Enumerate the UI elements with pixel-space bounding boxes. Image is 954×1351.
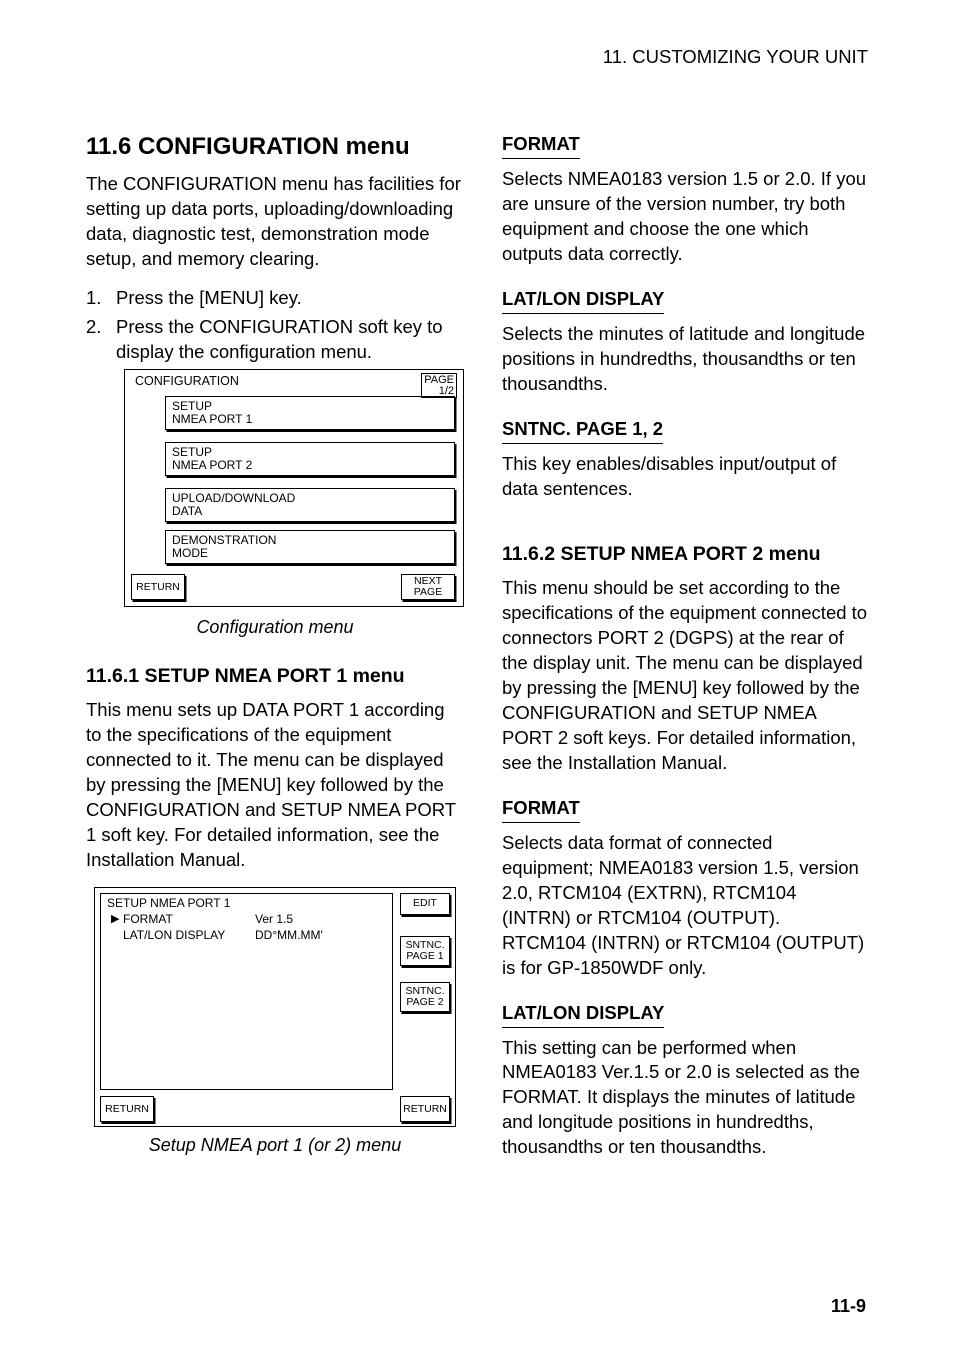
fig1-page-indicator: PAGE 1/2 [421, 373, 457, 398]
softkey2-line1: SETUP [172, 446, 454, 459]
softkey4-line1: DEMONSTRATION [172, 534, 454, 547]
heading-latlon-display: LAT/LON DISPLAY [502, 287, 664, 314]
fig2-format-value: Ver 1.5 [255, 912, 293, 926]
fig2-latlon-label: LAT/LON DISPLAY [123, 928, 255, 942]
intro-paragraph: The CONFIGURATION menu has facilities fo… [86, 172, 464, 272]
fig2-snt1-line2: PAGE 1 [406, 951, 443, 962]
heading-format: FORMAT [502, 132, 580, 159]
fig2-caption: Setup NMEA port 1 (or 2) menu [86, 1135, 464, 1156]
step-2-number: 2. [86, 315, 116, 365]
softkey2-line2: NMEA PORT 2 [172, 459, 454, 472]
softkey-return[interactable]: RETURN [131, 574, 185, 600]
paragraph-format: Selects NMEA0183 version 1.5 or 2.0. If … [502, 167, 868, 267]
page-number: 11-9 [831, 1296, 866, 1317]
fig2-row-latlon: LAT/LON DISPLAY DD°MM.MM' [123, 928, 323, 942]
figure-setup-nmea-port-1: SETUP NMEA PORT 1 ▶ FORMAT Ver 1.5 LAT/L… [94, 887, 456, 1127]
fig1-title: CONFIGURATION [135, 374, 239, 388]
softkey3-line2: DATA [172, 505, 454, 518]
fig2-title: SETUP NMEA PORT 1 [107, 896, 230, 910]
fig1-caption: Configuration menu [86, 617, 464, 638]
step-1-number: 1. [86, 286, 116, 311]
softkey1-line1: SETUP [172, 400, 454, 413]
fig2-row-format: FORMAT Ver 1.5 [123, 912, 293, 926]
fig2-inner-panel: SETUP NMEA PORT 1 ▶ FORMAT Ver 1.5 LAT/L… [100, 893, 393, 1090]
subsection-paragraph: This menu sets up DATA PORT 1 according … [86, 698, 464, 873]
paragraph-latlon: Selects the minutes of latitude and long… [502, 322, 868, 397]
two-column-layout: 11.6 CONFIGURATION menu The CONFIGURATIO… [86, 132, 868, 1174]
softkey-return-right[interactable]: RETURN [400, 1096, 450, 1122]
fig2-latlon-value: DD°MM.MM' [255, 928, 323, 942]
paragraph-port2: This menu should be set according to the… [502, 576, 868, 776]
softkey3-line1: UPLOAD/DOWNLOAD [172, 492, 454, 505]
figure-configuration-menu: CONFIGURATION PAGE 1/2 SETUP NMEA PORT 1… [124, 369, 464, 607]
softkey4-line2: MODE [172, 547, 454, 560]
right-column: FORMAT Selects NMEA0183 version 1.5 or 2… [502, 132, 868, 1174]
softkey-sntnc-page-1[interactable]: SNTNC. PAGE 1 [400, 936, 450, 966]
softkey-next-page[interactable]: NEXT PAGE [401, 574, 455, 600]
heading-sntnc-page: SNTNC. PAGE 1, 2 [502, 417, 663, 444]
softkey1-line2: NMEA PORT 1 [172, 413, 454, 426]
softkey-return-left[interactable]: RETURN [100, 1096, 154, 1122]
softkey-setup-nmea-port-2[interactable]: SETUP NMEA PORT 2 [165, 442, 455, 476]
subsection-heading-setup-nmea-port-2: 11.6.2 SETUP NMEA PORT 2 menu [502, 542, 868, 566]
softkey-edit[interactable]: EDIT [400, 893, 450, 915]
paragraph-latlon-2: This setting can be performed when NMEA0… [502, 1036, 868, 1161]
step-1: 1. Press the [MENU] key. [86, 286, 464, 311]
step-2: 2. Press the CONFIGURATION soft key to d… [86, 315, 464, 365]
fig2-format-label: FORMAT [123, 912, 255, 926]
paragraph-format-2: Selects data format of connected equipme… [502, 831, 868, 981]
softkey-setup-nmea-port-1[interactable]: SETUP NMEA PORT 1 [165, 396, 455, 430]
step-2-text: Press the CONFIGURATION soft key to disp… [116, 315, 464, 365]
softkey-demonstration-mode[interactable]: DEMONSTRATION MODE [165, 530, 455, 564]
subsection-heading-setup-nmea-port-1: 11.6.1 SETUP NMEA PORT 1 menu [86, 664, 464, 688]
fig1-next-line2: PAGE [414, 587, 442, 598]
paragraph-sntnc: This key enables/disables input/output o… [502, 452, 868, 502]
section-heading-configuration-menu: 11.6 CONFIGURATION menu [86, 132, 464, 162]
selection-arrow-icon: ▶ [111, 912, 119, 925]
heading-latlon-display-2: LAT/LON DISPLAY [502, 1001, 664, 1028]
softkey-upload-download-data[interactable]: UPLOAD/DOWNLOAD DATA [165, 488, 455, 522]
page-header-right: 11. CUSTOMIZING YOUR UNIT [86, 46, 868, 68]
heading-format-2: FORMAT [502, 796, 580, 823]
softkey-sntnc-page-2[interactable]: SNTNC. PAGE 2 [400, 982, 450, 1012]
left-column: 11.6 CONFIGURATION menu The CONFIGURATIO… [86, 132, 464, 1174]
fig2-snt2-line2: PAGE 2 [406, 997, 443, 1008]
step-1-text: Press the [MENU] key. [116, 286, 302, 311]
